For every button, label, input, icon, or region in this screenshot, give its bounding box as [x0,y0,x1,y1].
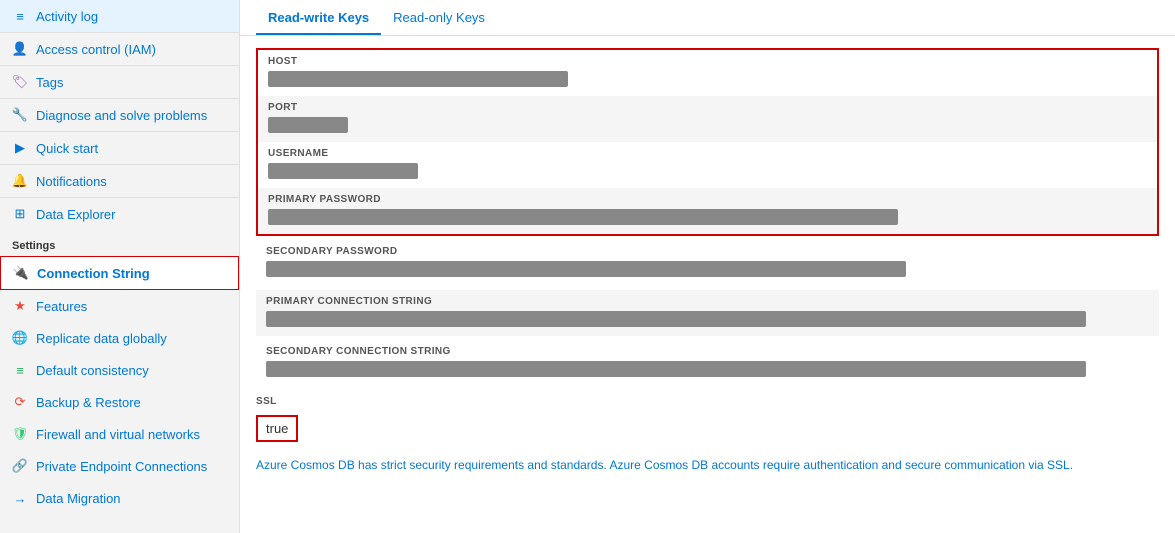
notice-text: Azure Cosmos DB has strict security requ… [256,456,1159,474]
sidebar-item-access-control[interactable]: 👤 Access control (IAM) [0,33,239,65]
sidebar-item-diagnose[interactable]: 🔧 Diagnose and solve problems [0,99,239,131]
tab-read-only[interactable]: Read-only Keys [381,0,497,35]
field-label-secondary-connection-string: SECONDARY CONNECTION STRING [266,346,1149,357]
field-primary-password: PRIMARY PASSWORD [258,188,1157,234]
sidebar-item-features[interactable]: ★ Features [0,290,239,322]
sidebar-item-data-explorer[interactable]: ⊞ Data Explorer [0,198,239,230]
field-label-primary-connection-string: PRIMARY CONNECTION STRING [266,296,1149,307]
sidebar-item-label-tags: Tags [36,75,63,90]
person-icon: 👤 [12,41,28,57]
shield-icon: 🛡 [12,426,28,442]
ssl-value-box: true [256,415,298,442]
field-value-secondary-password[interactable] [266,261,906,277]
red-fields-group: HOST PORT USERNAME PRIMARY PASSWORD [256,48,1159,236]
field-label-username: USERNAME [268,148,1147,159]
field-outer-secondary-connection-string: SECONDARY CONNECTION STRING [256,340,1159,390]
field-value-primary-connection-string[interactable] [266,311,1086,327]
content-area: HOST PORT USERNAME PRIMARY PASSWORD SECONDA… [240,36,1175,533]
sidebar-item-notifications[interactable]: 🔔 Notifications [0,165,239,197]
field-secondary-connection-string: SECONDARY CONNECTION STRING [256,340,1159,386]
ssl-value: true [266,421,288,436]
field-secondary-password: SECONDARY PASSWORD [256,240,1159,286]
settings-section-label: Settings [0,230,239,256]
field-value-port[interactable] [268,117,348,133]
field-outer-secondary-password: SECONDARY PASSWORD [256,240,1159,290]
grid-icon: ⊞ [12,206,28,222]
field-port: PORT [258,96,1157,142]
field-username: USERNAME [258,142,1157,188]
sidebar-item-backup-restore[interactable]: ⟳ Backup & Restore [0,386,239,418]
sidebar-item-connection-string[interactable]: 🔌 Connection String [0,256,239,290]
sidebar-settings-label-default-consistency: Default consistency [36,363,149,378]
sidebar-settings-label-backup-restore: Backup & Restore [36,395,141,410]
field-outer-primary-connection-string: PRIMARY CONNECTION STRING [256,290,1159,340]
list-icon: ≡ [12,8,28,24]
sidebar-settings-label-connection-string: Connection String [37,266,150,281]
restore-icon: ⟳ [12,394,28,410]
sidebar-settings-label-data-migration: Data Migration [36,491,121,506]
sidebar-item-label-data-explorer: Data Explorer [36,207,115,222]
star-icon: ★ [12,298,28,314]
tag-icon: 🏷 [12,74,28,90]
sidebar-item-activity-log[interactable]: ≡ Activity log [0,0,239,32]
sidebar-item-label-access-control: Access control (IAM) [36,42,156,57]
sidebar-settings-label-firewall: Firewall and virtual networks [36,427,200,442]
link-icon: 🔗 [12,458,28,474]
sidebar-item-label-activity-log: Activity log [36,9,98,24]
field-host: HOST [258,50,1157,96]
sidebar-settings-label-replicate: Replicate data globally [36,331,167,346]
sidebar: ≡ Activity log 👤 Access control (IAM) 🏷 Tags 🔧… [0,0,240,533]
sidebar-settings-label-private-endpoint: Private Endpoint Connections [36,459,207,474]
sidebar-item-label-diagnose: Diagnose and solve problems [36,108,207,123]
plug-icon: 🔌 [13,265,29,281]
field-label-primary-password: PRIMARY PASSWORD [268,194,1147,205]
sidebar-settings-label-features: Features [36,299,87,314]
main-content: Read-write KeysRead-only Keys HOST PORT US… [240,0,1175,533]
ssl-field: SSL true [256,390,1159,448]
rocket-icon: ▶ [12,140,28,156]
tabs-bar: Read-write KeysRead-only Keys [240,0,1175,36]
sidebar-item-private-endpoint[interactable]: 🔗 Private Endpoint Connections [0,450,239,482]
sidebar-item-replicate[interactable]: 🌐 Replicate data globally [0,322,239,354]
sidebar-item-label-quickstart: Quick start [36,141,98,156]
field-label-secondary-password: SECONDARY PASSWORD [266,246,1149,257]
field-value-host[interactable] [268,71,568,87]
tab-read-write[interactable]: Read-write Keys [256,0,381,35]
globe-icon: 🌐 [12,330,28,346]
ssl-label: SSL [256,396,1159,407]
sidebar-item-quickstart[interactable]: ▶ Quick start [0,132,239,164]
field-value-primary-password[interactable] [268,209,898,225]
bell-icon: 🔔 [12,173,28,189]
field-value-secondary-connection-string[interactable] [266,361,1086,377]
sidebar-item-tags[interactable]: 🏷 Tags [0,66,239,98]
sidebar-item-data-migration[interactable]: → Data Migration [0,482,239,514]
field-label-port: PORT [268,102,1147,113]
wrench-icon: 🔧 [12,107,28,123]
field-value-username[interactable] [268,163,418,179]
field-primary-connection-string: PRIMARY CONNECTION STRING [256,290,1159,336]
migration-icon: → [12,490,28,506]
sidebar-item-firewall[interactable]: 🛡 Firewall and virtual networks [0,418,239,450]
field-label-host: HOST [268,56,1147,67]
sidebar-item-label-notifications: Notifications [36,174,107,189]
sidebar-item-default-consistency[interactable]: ≡ Default consistency [0,354,239,386]
lines-icon: ≡ [12,362,28,378]
